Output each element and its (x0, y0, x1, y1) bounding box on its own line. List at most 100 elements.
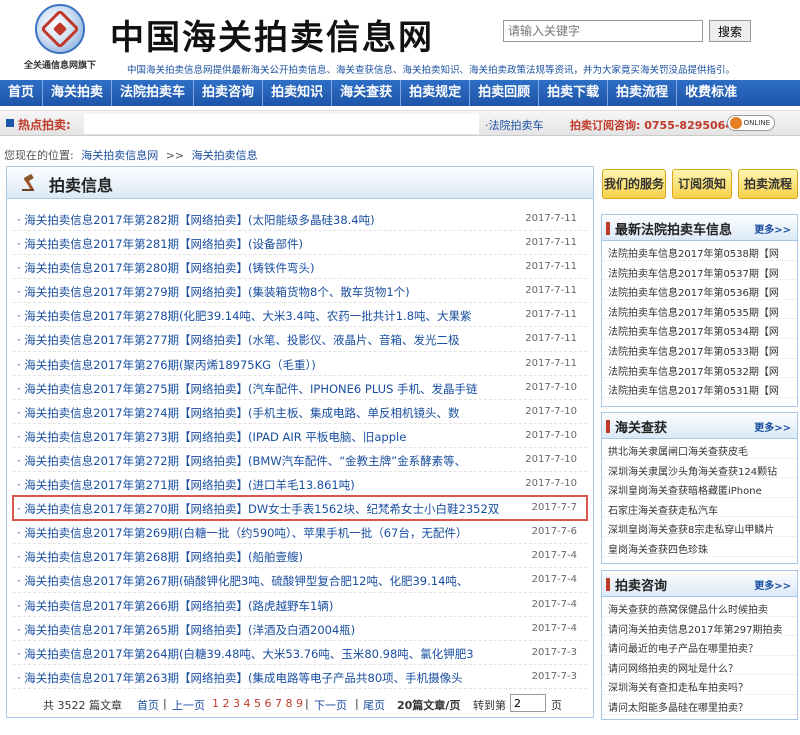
auction-title-link[interactable]: · 海关拍卖信息2017年第282期【网络拍卖】(太阳能级多晶硅38.4吨) (17, 212, 517, 228)
seizure-item-link[interactable]: 皇岗海关查获四色珍珠 (608, 541, 792, 556)
auction-title-link[interactable]: · 海关拍卖信息2017年第268期【网络拍卖】(船舶壹艘) (17, 549, 517, 565)
list-item[interactable]: 深圳皇岗海关查获暗格藏匿iPhone (602, 478, 797, 498)
list-item[interactable]: 深圳海关隶属沙头角海关查获124颗钻 (602, 459, 797, 479)
auction-row[interactable]: · 海关拍卖信息2017年第263期【网络拍卖】(集成电路等电子产品共80项、手… (13, 665, 587, 689)
court-car-more-link[interactable]: 更多>> (754, 221, 791, 236)
nav-auction-review[interactable]: 拍卖回顾 (470, 80, 540, 106)
list-item[interactable]: 法院拍卖车信息2017年第0533期【网 (602, 339, 797, 359)
breadcrumb-home[interactable]: 海关拍卖信息网 (81, 149, 158, 162)
list-item[interactable]: 石家庄海关查获走私汽车 (602, 498, 797, 518)
search-button[interactable]: 搜索 (709, 20, 751, 42)
seizure-item-link[interactable]: 石家庄海关查获走私汽车 (608, 502, 792, 517)
court-car-item-link[interactable]: 法院拍卖车信息2017年第0535期【网 (608, 304, 792, 319)
list-item[interactable]: 海关查获的燕窝保健品什么时候拍卖 (602, 597, 797, 617)
list-item[interactable]: 法院拍卖车信息2017年第0537期【网 (602, 261, 797, 281)
auction-title-link[interactable]: · 海关拍卖信息2017年第274期【网络拍卖】(手机主板、集成电路、单反相机镜… (17, 405, 517, 421)
nav-fee-standard[interactable]: 收费标准 (677, 80, 745, 106)
nav-court-auction-car[interactable]: 法院拍卖车 (112, 80, 195, 106)
auction-row[interactable]: · 海关拍卖信息2017年第282期【网络拍卖】(太阳能级多晶硅38.4吨) 20… (13, 207, 587, 232)
auction-row[interactable]: · 海关拍卖信息2017年第280期【网络拍卖】(铸铁件弯头) 2017-7-11 (13, 255, 587, 280)
court-car-item-link[interactable]: 法院拍卖车信息2017年第0538期【网 (608, 245, 792, 260)
auction-title-link[interactable]: · 海关拍卖信息2017年第264期(白糖39.48吨、大米53.76吨、玉米8… (17, 646, 517, 662)
list-item[interactable]: 法院拍卖车信息2017年第0536期【网 (602, 280, 797, 300)
auction-row-highlighted[interactable]: · 海关拍卖信息2017年第270期【网络拍卖】DW女士手表1562块、纪梵希女… (12, 495, 588, 522)
pagination-last[interactable]: 尾页 (363, 697, 385, 713)
pagination-first[interactable]: 首页 (137, 697, 159, 713)
auction-process-button[interactable]: 拍卖流程 (738, 169, 798, 199)
pagination-page-input[interactable] (510, 694, 546, 712)
auction-row[interactable]: · 海关拍卖信息2017年第265期【网络拍卖】(洋酒及白酒2004瓶) 2017… (13, 617, 587, 641)
pagination-prev[interactable]: 上一页 (172, 697, 205, 713)
list-item[interactable]: 深圳海关有查扣走私车拍卖吗？ (602, 675, 797, 695)
auction-consult-more-link[interactable]: 更多>> (754, 577, 791, 592)
auction-row[interactable]: · 海关拍卖信息2017年第277期【网络拍卖】(水笔、投影仪、液晶片、音箱、发… (13, 327, 587, 352)
auction-title-link[interactable]: · 海关拍卖信息2017年第267期(硝酸钾化肥3吨、硫酸钾型复合肥12吨、化肥… (17, 573, 517, 589)
hot-court-car-link[interactable]: ·法院拍卖车 (485, 117, 544, 133)
pagination-page-numbers[interactable]: 1 2 3 4 5 6 7 8 9 (212, 697, 303, 710)
consult-item-link[interactable]: 深圳海关有查扣走私车拍卖吗？ (608, 679, 792, 694)
consult-item-link[interactable]: 请问海关拍卖信息2017年第297期拍卖 (608, 621, 792, 636)
seizure-item-link[interactable]: 深圳海关隶属沙头角海关查获124颗钻 (608, 463, 792, 478)
list-item[interactable]: 请问最近的电子产品在哪里拍卖？ (602, 636, 797, 656)
list-item[interactable]: 请问网络拍卖的网址是什么？ (602, 656, 797, 676)
auction-row[interactable]: · 海关拍卖信息2017年第271期【网络拍卖】(进口羊毛13.861吨) 201… (13, 472, 587, 497)
court-car-item-link[interactable]: 法院拍卖车信息2017年第0533期【网 (608, 343, 792, 358)
court-car-item-link[interactable]: 法院拍卖车信息2017年第0531期【网 (608, 382, 792, 397)
consult-item-link[interactable]: 请问太阳能多晶硅在哪里拍卖？ (608, 699, 792, 714)
list-item[interactable]: 皇岗海关查获四色珍珠 (602, 537, 797, 557)
online-chat-icon[interactable]: ONLINE (727, 115, 775, 131)
our-services-button[interactable]: 我们的服务 (602, 169, 666, 199)
list-item[interactable]: 法院拍卖车信息2017年第0535期【网 (602, 300, 797, 320)
nav-auction-download[interactable]: 拍卖下载 (539, 80, 609, 106)
auction-row[interactable]: · 海关拍卖信息2017年第269期(白糖一批（约590吨）、苹果手机一批（67… (13, 520, 587, 545)
nav-auction-rules[interactable]: 拍卖规定 (401, 80, 471, 106)
list-item[interactable]: 法院拍卖车信息2017年第0534期【网 (602, 319, 797, 339)
auction-row[interactable]: · 海关拍卖信息2017年第267期(硝酸钾化肥3吨、硫酸钾型复合肥12吨、化肥… (13, 568, 587, 593)
nav-auction-knowledge[interactable]: 拍卖知识 (263, 80, 333, 106)
auction-title-link[interactable]: · 海关拍卖信息2017年第281期【网络拍卖】(设备部件) (17, 236, 517, 252)
auction-title-link[interactable]: · 海关拍卖信息2017年第277期【网络拍卖】(水笔、投影仪、液晶片、音箱、发… (17, 332, 517, 348)
list-item[interactable]: 法院拍卖车信息2017年第0531期【网 (602, 378, 797, 398)
pagination-next[interactable]: 下一页 (314, 697, 347, 713)
consult-item-link[interactable]: 海关查获的燕窝保健品什么时候拍卖 (608, 601, 792, 616)
auction-title-link[interactable]: · 海关拍卖信息2017年第278期(化肥39.14吨、大米3.4吨、农药一批共… (17, 308, 517, 324)
auction-row[interactable]: · 海关拍卖信息2017年第273期【网络拍卖】(IPAD AIR 平板电脑、旧… (13, 424, 587, 448)
list-item[interactable]: 深圳皇岗海关查获8宗走私穿山甲鳞片 (602, 517, 797, 537)
list-item[interactable]: 请问太阳能多晶硅在哪里拍卖？ (602, 695, 797, 715)
seizure-item-link[interactable]: 深圳皇岗海关查获暗格藏匿iPhone (608, 482, 792, 497)
auction-title-link[interactable]: · 海关拍卖信息2017年第273期【网络拍卖】(IPAD AIR 平板电脑、旧… (17, 429, 517, 445)
list-item[interactable]: 法院拍卖车信息2017年第0532期【网 (602, 359, 797, 379)
nav-auction-process[interactable]: 拍卖流程 (608, 80, 678, 106)
auction-title-link[interactable]: · 海关拍卖信息2017年第263期【网络拍卖】(集成电路等电子产品共80项、手… (17, 670, 517, 686)
auction-title-link[interactable]: · 海关拍卖信息2017年第280期【网络拍卖】(铸铁件弯头) (17, 260, 517, 276)
seizure-item-link[interactable]: 深圳皇岗海关查获8宗走私穿山甲鳞片 (608, 521, 792, 536)
auction-title-link[interactable]: · 海关拍卖信息2017年第270期【网络拍卖】DW女士手表1562块、纪梵希女… (17, 501, 517, 517)
court-car-item-link[interactable]: 法院拍卖车信息2017年第0534期【网 (608, 323, 792, 338)
auction-title-link[interactable]: · 海关拍卖信息2017年第265期【网络拍卖】(洋酒及白酒2004瓶) (17, 622, 517, 638)
auction-row[interactable]: · 海关拍卖信息2017年第281期【网络拍卖】(设备部件) 2017-7-11 (13, 231, 587, 256)
auction-row[interactable]: · 海关拍卖信息2017年第274期【网络拍卖】(手机主板、集成电路、单反相机镜… (13, 400, 587, 424)
nav-customs-seizure[interactable]: 海关查获 (332, 80, 402, 106)
auction-title-link[interactable]: · 海关拍卖信息2017年第275期【网络拍卖】(汽车配件、IPHONE6 PL… (17, 381, 517, 397)
auction-title-link[interactable]: · 海关拍卖信息2017年第276期(聚丙烯18975KG（毛重）) (17, 357, 517, 373)
subscription-notice-button[interactable]: 订阅须知 (672, 169, 732, 199)
consult-item-link[interactable]: 请问最近的电子产品在哪里拍卖？ (608, 640, 792, 655)
auction-row[interactable]: · 海关拍卖信息2017年第264期(白糖39.48吨、大米53.76吨、玉米8… (13, 641, 587, 665)
breadcrumb-current[interactable]: 海关拍卖信息 (192, 149, 258, 162)
auction-row[interactable]: · 海关拍卖信息2017年第266期【网络拍卖】(路虎越野车1辆) 2017-7-… (13, 593, 587, 617)
auction-title-link[interactable]: · 海关拍卖信息2017年第279期【网络拍卖】(集装箱货物8个、散车货物1个) (17, 284, 517, 300)
seizure-item-link[interactable]: 拱北海关隶属闸口海关查获皮毛 (608, 443, 792, 458)
auction-row[interactable]: · 海关拍卖信息2017年第275期【网络拍卖】(汽车配件、IPHONE6 PL… (13, 376, 587, 400)
site-logo[interactable]: 全关通信息网旗下 (20, 4, 100, 74)
auction-title-link[interactable]: · 海关拍卖信息2017年第269期(白糖一批（约590吨）、苹果手机一批（67… (17, 525, 517, 541)
auction-row[interactable]: · 海关拍卖信息2017年第279期【网络拍卖】(集装箱货物8个、散车货物1个)… (13, 279, 587, 304)
auction-row[interactable]: · 海关拍卖信息2017年第272期【网络拍卖】(BMW汽车配件、“金教主牌”金… (13, 448, 587, 473)
nav-customs-auction[interactable]: 海关拍卖 (43, 80, 113, 106)
search-input[interactable] (503, 20, 703, 42)
list-item[interactable]: 拱北海关隶属闸口海关查获皮毛 (602, 439, 797, 459)
auction-row[interactable]: · 海关拍卖信息2017年第278期(化肥39.14吨、大米3.4吨、农药一批共… (13, 303, 587, 328)
list-item[interactable]: 法院拍卖车信息2017年第0538期【网 (602, 241, 797, 261)
court-car-item-link[interactable]: 法院拍卖车信息2017年第0537期【网 (608, 265, 792, 280)
nav-auction-consult[interactable]: 拍卖咨询 (194, 80, 264, 106)
auction-row[interactable]: · 海关拍卖信息2017年第268期【网络拍卖】(船舶壹艘) 2017-7-4 (13, 544, 587, 569)
